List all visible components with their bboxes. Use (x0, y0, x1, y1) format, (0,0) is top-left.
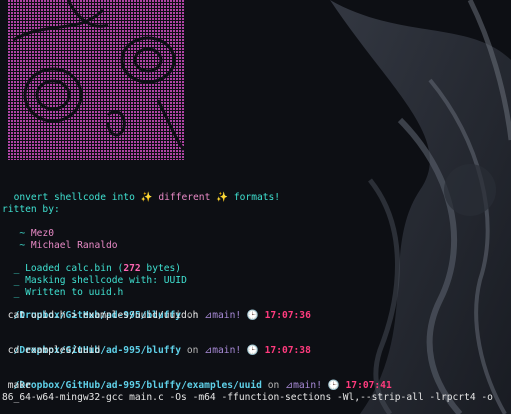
clock-icon: 🕒 (246, 345, 259, 356)
banner-line: onvert shellcode into ✨ different ✨ form… (2, 180, 281, 204)
prompt-path: /Dropbox/GitHub/ad-995/bluffy/examples/u… (13, 380, 262, 391)
command-line: cat uuid.h > examples/uuid/uuid.h (2, 310, 199, 322)
git-branch-icon: ⊿ (285, 380, 294, 391)
git-branch: main! (212, 310, 242, 321)
prompt-time: 17:07:38 (264, 345, 311, 356)
banner-text: formats! (228, 192, 281, 203)
log-text: Written to uuid.h (25, 287, 124, 298)
prompt-word: on (186, 345, 199, 356)
sparkles-icon: ✨ (140, 192, 153, 203)
banner-text: onvert shellcode into (13, 192, 141, 203)
clock-icon: 🕒 (327, 380, 340, 391)
command-text: cd examples/uuid (7, 345, 101, 356)
make-output: 86_64-w64-mingw32-gcc main.c -Os -m64 -f… (2, 392, 493, 403)
command-text: cat uuid.h > examples/uuid/uuid.h (7, 310, 199, 321)
banner-text: different (152, 192, 217, 203)
command-line: make (2, 380, 31, 392)
author-line: ~ Michael Ranaldo (2, 228, 118, 252)
clock-icon: 🕒 (246, 310, 259, 321)
author-name: Michael Ranaldo (30, 240, 118, 251)
credits-label: ritten by: (2, 204, 60, 215)
prompt-word: on (267, 380, 280, 391)
ascii-art-banner (8, 0, 184, 160)
command-text: make (7, 380, 31, 391)
git-branch: main! (293, 380, 322, 391)
prompt-line: /Dropbox/GitHub/ad-995/bluffy/examples/u… (2, 368, 392, 392)
prompt-time: 17:07:36 (264, 310, 311, 321)
sparkles-icon: ✨ (216, 192, 229, 203)
log-written: _ Written to uuid.h (2, 275, 124, 299)
git-branch: main! (212, 345, 242, 356)
command-line: cd examples/uuid (2, 345, 100, 357)
prompt-time: 17:07:41 (345, 380, 392, 391)
